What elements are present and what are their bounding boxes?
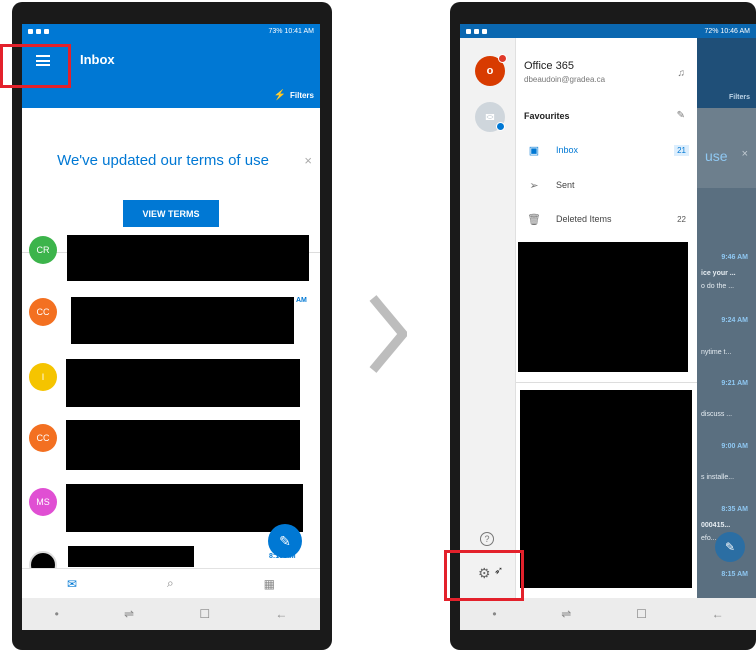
avatar: CC (29, 298, 57, 326)
avatar: MS (29, 488, 57, 516)
dimmed-filters-label: Filters (728, 94, 750, 101)
help-icon[interactable]: ? (480, 532, 494, 546)
drawer-item-sent[interactable]: ➢ Sent (526, 175, 689, 195)
dimmed-terms-fragment: use (705, 148, 728, 164)
dimmed-close-icon: × (741, 148, 748, 160)
redacted-message[interactable] (66, 484, 303, 532)
avatar: CR (29, 236, 57, 264)
dimmed-preview: efo... (701, 535, 717, 542)
dot-icon[interactable]: • (55, 607, 59, 621)
back-icon[interactable]: ← (275, 607, 287, 621)
redacted-message[interactable] (66, 359, 300, 407)
dimmed-header: Filters (697, 38, 756, 108)
filters-button[interactable]: ⚡ Filters (274, 90, 314, 101)
status-right-text: 72% 10:46 AM (704, 27, 750, 35)
drawer-item-inbox[interactable]: ▣ Inbox 21 (526, 140, 689, 160)
avatar: CC (29, 424, 57, 452)
inbox-tray-icon: ▣ (528, 144, 540, 157)
favourites-label: Favourites (524, 111, 570, 121)
trash-icon: 🗑 (527, 213, 541, 226)
recents-icon[interactable]: ⇌ (124, 607, 134, 621)
pencil-icon: ✎ (724, 540, 736, 554)
system-navigation: • ⇌ ☐ ← (460, 598, 756, 630)
dimmed-preview: discuss ... (701, 411, 733, 418)
search-icon[interactable]: ⌕ (167, 576, 174, 591)
account-name: Office 365 (524, 60, 574, 72)
edit-pencil-icon[interactable]: ✎ (677, 110, 685, 121)
recents-icon[interactable]: ⇌ (561, 607, 571, 621)
dimmed-preview: s installe... (701, 474, 735, 481)
add-account-badge[interactable] (496, 122, 505, 131)
dimmed-compose-button: ✎ (715, 532, 745, 562)
hamburger-highlight (0, 44, 71, 88)
mail-icon[interactable]: ✉ (67, 577, 77, 591)
redacted-message[interactable] (68, 546, 194, 567)
terms-title: We've updated our terms of use (57, 152, 269, 169)
notification-icons (466, 28, 487, 34)
notification-icons (28, 28, 49, 34)
dimmed-time: 9:00 AM (721, 443, 748, 450)
dimmed-inbox[interactable]: Filters use × 9:46 AM ice your ... o do … (697, 38, 756, 598)
dimmed-time: 9:46 AM (721, 254, 748, 261)
drawer-item-label: Deleted Items (556, 214, 612, 224)
system-navigation: • ⇌ ☐ ← (22, 598, 320, 630)
right-screen: 72% 10:46 AM Filters use × 9:46 AM ice y… (460, 24, 756, 630)
redacted-message[interactable] (67, 235, 309, 281)
page-title: Inbox (80, 52, 115, 67)
message-time: 8:15 AM (269, 553, 296, 560)
dimmed-preview: o do the ... (701, 283, 735, 290)
avatar: I (29, 363, 57, 391)
dot-icon[interactable]: • (492, 607, 496, 621)
home-icon[interactable]: ☐ (636, 607, 647, 621)
close-icon[interactable]: × (304, 153, 312, 168)
dimmed-time: 9:24 AM (721, 317, 748, 324)
unread-count: 21 (674, 144, 689, 156)
chevron-right-icon (369, 295, 407, 373)
message-time: AM (296, 297, 307, 304)
view-terms-button[interactable]: VIEW TERMS (123, 200, 219, 227)
calendar-icon[interactable]: ▦ (264, 577, 275, 591)
account-badge (498, 54, 507, 63)
redacted-message[interactable] (71, 297, 294, 344)
notification-bell-icon[interactable]: ♫ (678, 68, 686, 79)
bottom-navigation: ✉ ⌕ ▦ (22, 568, 320, 598)
dimmed-time: 9:21 AM (721, 380, 748, 387)
mail-icon: ✉ (485, 111, 495, 124)
dimmed-subject: ice your ... (701, 270, 736, 277)
drawer-item-deleted-items[interactable]: 🗑 Deleted Items 22 (526, 209, 689, 229)
item-count: 22 (677, 214, 686, 224)
status-bar: 73% 10:41 AM (22, 24, 320, 38)
redacted-folders (518, 242, 688, 372)
status-right-text: 73% 10:41 AM (268, 27, 314, 35)
terms-banner: We've updated our terms of use × VIEW TE… (22, 108, 320, 253)
dimmed-terms: use × (697, 108, 756, 188)
pencil-icon: ✎ (279, 532, 291, 549)
divider (516, 382, 697, 383)
dimmed-time: 8:35 AM (721, 506, 748, 513)
dimmed-subject: 000415... (701, 522, 731, 529)
bolt-icon: ⚡ (273, 90, 286, 101)
redacted-message[interactable] (66, 420, 300, 470)
navigation-drawer: o ✉ ? ⚙ ➶ Office 365 dbeaudoin@gradea.ca… (460, 38, 697, 598)
send-icon: ➢ (529, 179, 539, 192)
account-email: dbeaudoin@gradea.ca (524, 75, 606, 84)
filters-label: Filters (289, 91, 314, 100)
drawer-item-label: Inbox (556, 145, 579, 155)
home-icon[interactable]: ☐ (199, 607, 210, 621)
dimmed-preview: nytime t... (701, 349, 732, 356)
left-screen: 73% 10:41 AM Inbox ⚡ Filters We've updat… (22, 24, 320, 630)
dimmed-time: 8:15 AM (721, 571, 748, 578)
account-rail: o ✉ ? ⚙ ➶ (460, 38, 516, 598)
settings-highlight (444, 550, 524, 601)
redacted-account-folders (520, 390, 692, 588)
office-logo-icon: o (486, 65, 494, 77)
drawer-item-label: Sent (556, 180, 575, 190)
back-icon[interactable]: ← (712, 607, 724, 621)
status-bar: 72% 10:46 AM (460, 24, 756, 38)
